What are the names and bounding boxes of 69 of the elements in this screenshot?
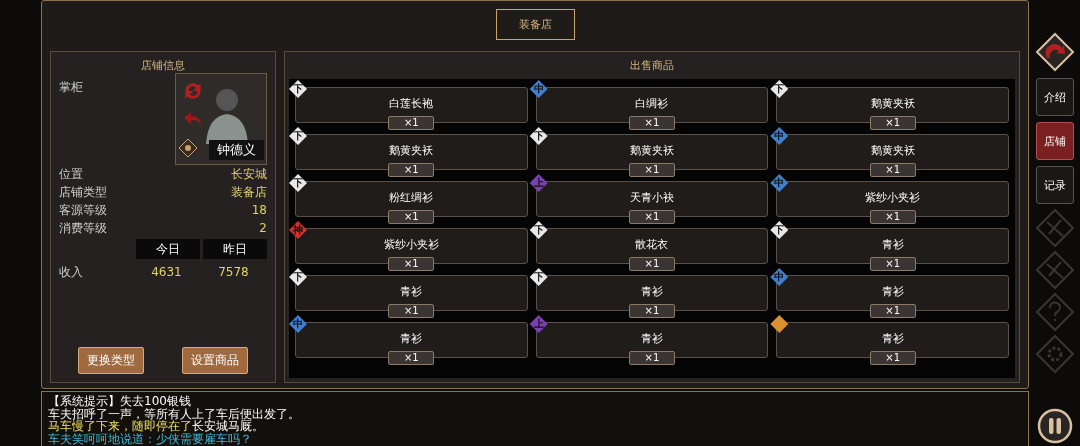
column-header: 昨日 (203, 239, 267, 259)
quantity-tag: ×1 (869, 210, 916, 224)
faded-diamond-icon[interactable] (1034, 208, 1075, 248)
grade-badge: 神 (289, 221, 307, 239)
quantity-tag: ×1 (629, 210, 675, 224)
quantity-tag: ×1 (869, 351, 916, 365)
quantity-tag: ×1 (629, 304, 675, 318)
quantity-tag: ×1 (629, 163, 675, 177)
keeper-name: 钟德义 (209, 140, 264, 160)
grade-badge: 中 (529, 80, 548, 98)
grade-badge: 下 (289, 268, 307, 286)
quantity-tag: ×1 (869, 116, 916, 130)
field-value: 2 (259, 220, 267, 237)
diamond-scroll-icon[interactable] (178, 138, 198, 158)
pause-icon[interactable] (1036, 408, 1073, 444)
quantity-tag: ×1 (388, 257, 435, 271)
grade-badge: 下 (770, 221, 789, 239)
panel-heading: 出售商品 (629, 58, 675, 74)
grade-badge: 下 (529, 221, 548, 239)
grade-badge: 下 (289, 174, 307, 192)
quantity-tag: ×1 (629, 257, 675, 271)
field-label: 客源等级 (59, 202, 107, 219)
quantity-tag: ×1 (869, 257, 916, 271)
keeper-label: 掌柜 (59, 79, 83, 96)
grade-badge: 下 (770, 80, 789, 98)
field-label: 消费等级 (59, 220, 107, 237)
log-line: 【系统提示】失去100银钱 (48, 395, 192, 408)
quantity-tag: ×1 (388, 116, 435, 130)
log-line: 车夫笑呵呵地说道：少侠需要雇车吗？ (48, 432, 252, 445)
action-button[interactable]: 设置商品 (182, 347, 248, 374)
quantity-tag: ×1 (388, 304, 435, 318)
side-tab[interactable]: 记录 (1035, 166, 1074, 204)
grade-badge: 下 (529, 268, 548, 286)
grade-badge: 下 (529, 127, 548, 145)
grade-badge: 上 (529, 315, 548, 333)
settings-icon[interactable] (1034, 334, 1075, 374)
action-button[interactable]: 更换类型 (78, 347, 144, 374)
field-value: 长安城 (231, 166, 267, 183)
log-line: 马车慢了下来，随即停在了长安城马厩。 (48, 420, 264, 433)
grade-badge: 下 (289, 127, 307, 145)
faded-diamond-icon[interactable] (1034, 250, 1075, 290)
column-header: 今日 (136, 239, 200, 259)
quantity-tag: ×1 (388, 351, 435, 365)
income-value: 4631 (150, 264, 183, 281)
field-label: 位置 (59, 166, 83, 183)
side-tab[interactable]: 介绍 (1035, 78, 1074, 116)
grade-badge: 下 (289, 80, 307, 98)
return-arrow-icon[interactable] (1034, 32, 1075, 72)
grade-badge: 上 (529, 174, 548, 192)
quantity-tag: ×1 (869, 304, 916, 318)
quantity-tag: ×1 (629, 116, 675, 130)
quantity-tag: ×1 (869, 163, 916, 177)
log-line: 车夫招呼了一声，等所有人上了车后便出发了。 (48, 407, 301, 420)
grade-badge: 中 (770, 174, 789, 192)
help-icon[interactable] (1034, 292, 1075, 332)
shop-title: 装备店 (495, 9, 575, 40)
grade-badge: 中 (770, 127, 789, 145)
income-label: 收入 (59, 264, 84, 281)
quantity-tag: ×1 (629, 351, 675, 365)
grade-badge: 中 (289, 315, 307, 333)
side-tab[interactable]: 店铺 (1035, 122, 1074, 160)
field-label: 店铺类型 (59, 184, 107, 201)
field-value: 装备店 (231, 184, 267, 201)
grade-badge: 中 (770, 268, 789, 286)
quantity-tag: ×1 (388, 210, 435, 224)
income-value: 7578 (217, 264, 250, 281)
panel-heading: 店铺信息 (140, 58, 186, 74)
field-value: 18 (251, 202, 267, 219)
quantity-tag: ×1 (388, 163, 435, 177)
